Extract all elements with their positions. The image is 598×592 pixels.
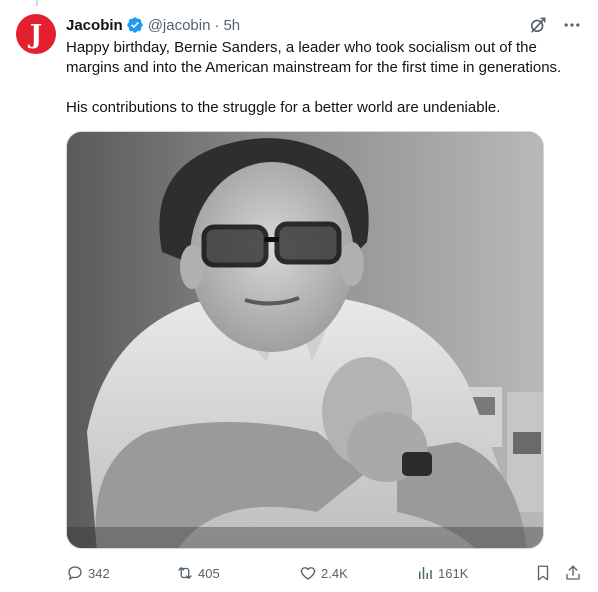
separator-dot: · bbox=[214, 16, 220, 34]
thread-line bbox=[36, 0, 38, 6]
avatar[interactable]: J bbox=[16, 14, 56, 54]
author-name[interactable]: Jacobin bbox=[66, 17, 123, 34]
views-button[interactable]: 161K bbox=[416, 564, 468, 582]
like-count: 2.4K bbox=[321, 565, 348, 581]
portrait-photo bbox=[67, 132, 543, 548]
tweet-paragraph: His contributions to the struggle for a … bbox=[66, 99, 501, 116]
timestamp[interactable]: 5h bbox=[223, 17, 240, 34]
bookmark-button[interactable] bbox=[534, 564, 556, 582]
avatar-letter: J bbox=[29, 20, 43, 50]
tweet-card[interactable]: J Jacobin @jacobin · 5h Happy birthday, … bbox=[0, 0, 598, 592]
share-button[interactable] bbox=[564, 564, 586, 582]
tweet-photo[interactable] bbox=[66, 131, 544, 549]
bookmark-icon bbox=[537, 565, 549, 581]
like-button[interactable]: 2.4K bbox=[299, 564, 348, 582]
tweet-header: Jacobin @jacobin · 5h bbox=[66, 14, 240, 36]
reply-count: 342 bbox=[88, 565, 110, 581]
repost-count: 405 bbox=[198, 565, 220, 581]
grok-icon[interactable] bbox=[528, 15, 548, 35]
author-handle[interactable]: @jacobin bbox=[148, 17, 211, 34]
more-options-icon[interactable] bbox=[562, 15, 582, 35]
share-icon bbox=[566, 565, 580, 580]
action-bar: 342 405 2.4K 161K bbox=[66, 562, 586, 584]
repost-icon bbox=[178, 567, 192, 579]
verified-badge-icon bbox=[126, 16, 144, 34]
tweet-text: Happy birthday, Bernie Sanders, a leader… bbox=[66, 38, 586, 118]
reply-icon bbox=[68, 566, 82, 581]
view-count: 161K bbox=[438, 565, 469, 581]
tweet-paragraph: Happy birthday, Bernie Sanders, a leader… bbox=[66, 39, 562, 76]
analytics-icon bbox=[419, 567, 432, 579]
heart-icon bbox=[300, 567, 316, 580]
reply-button[interactable]: 342 bbox=[66, 564, 110, 582]
repost-button[interactable]: 405 bbox=[176, 564, 220, 582]
top-icons bbox=[528, 14, 582, 36]
